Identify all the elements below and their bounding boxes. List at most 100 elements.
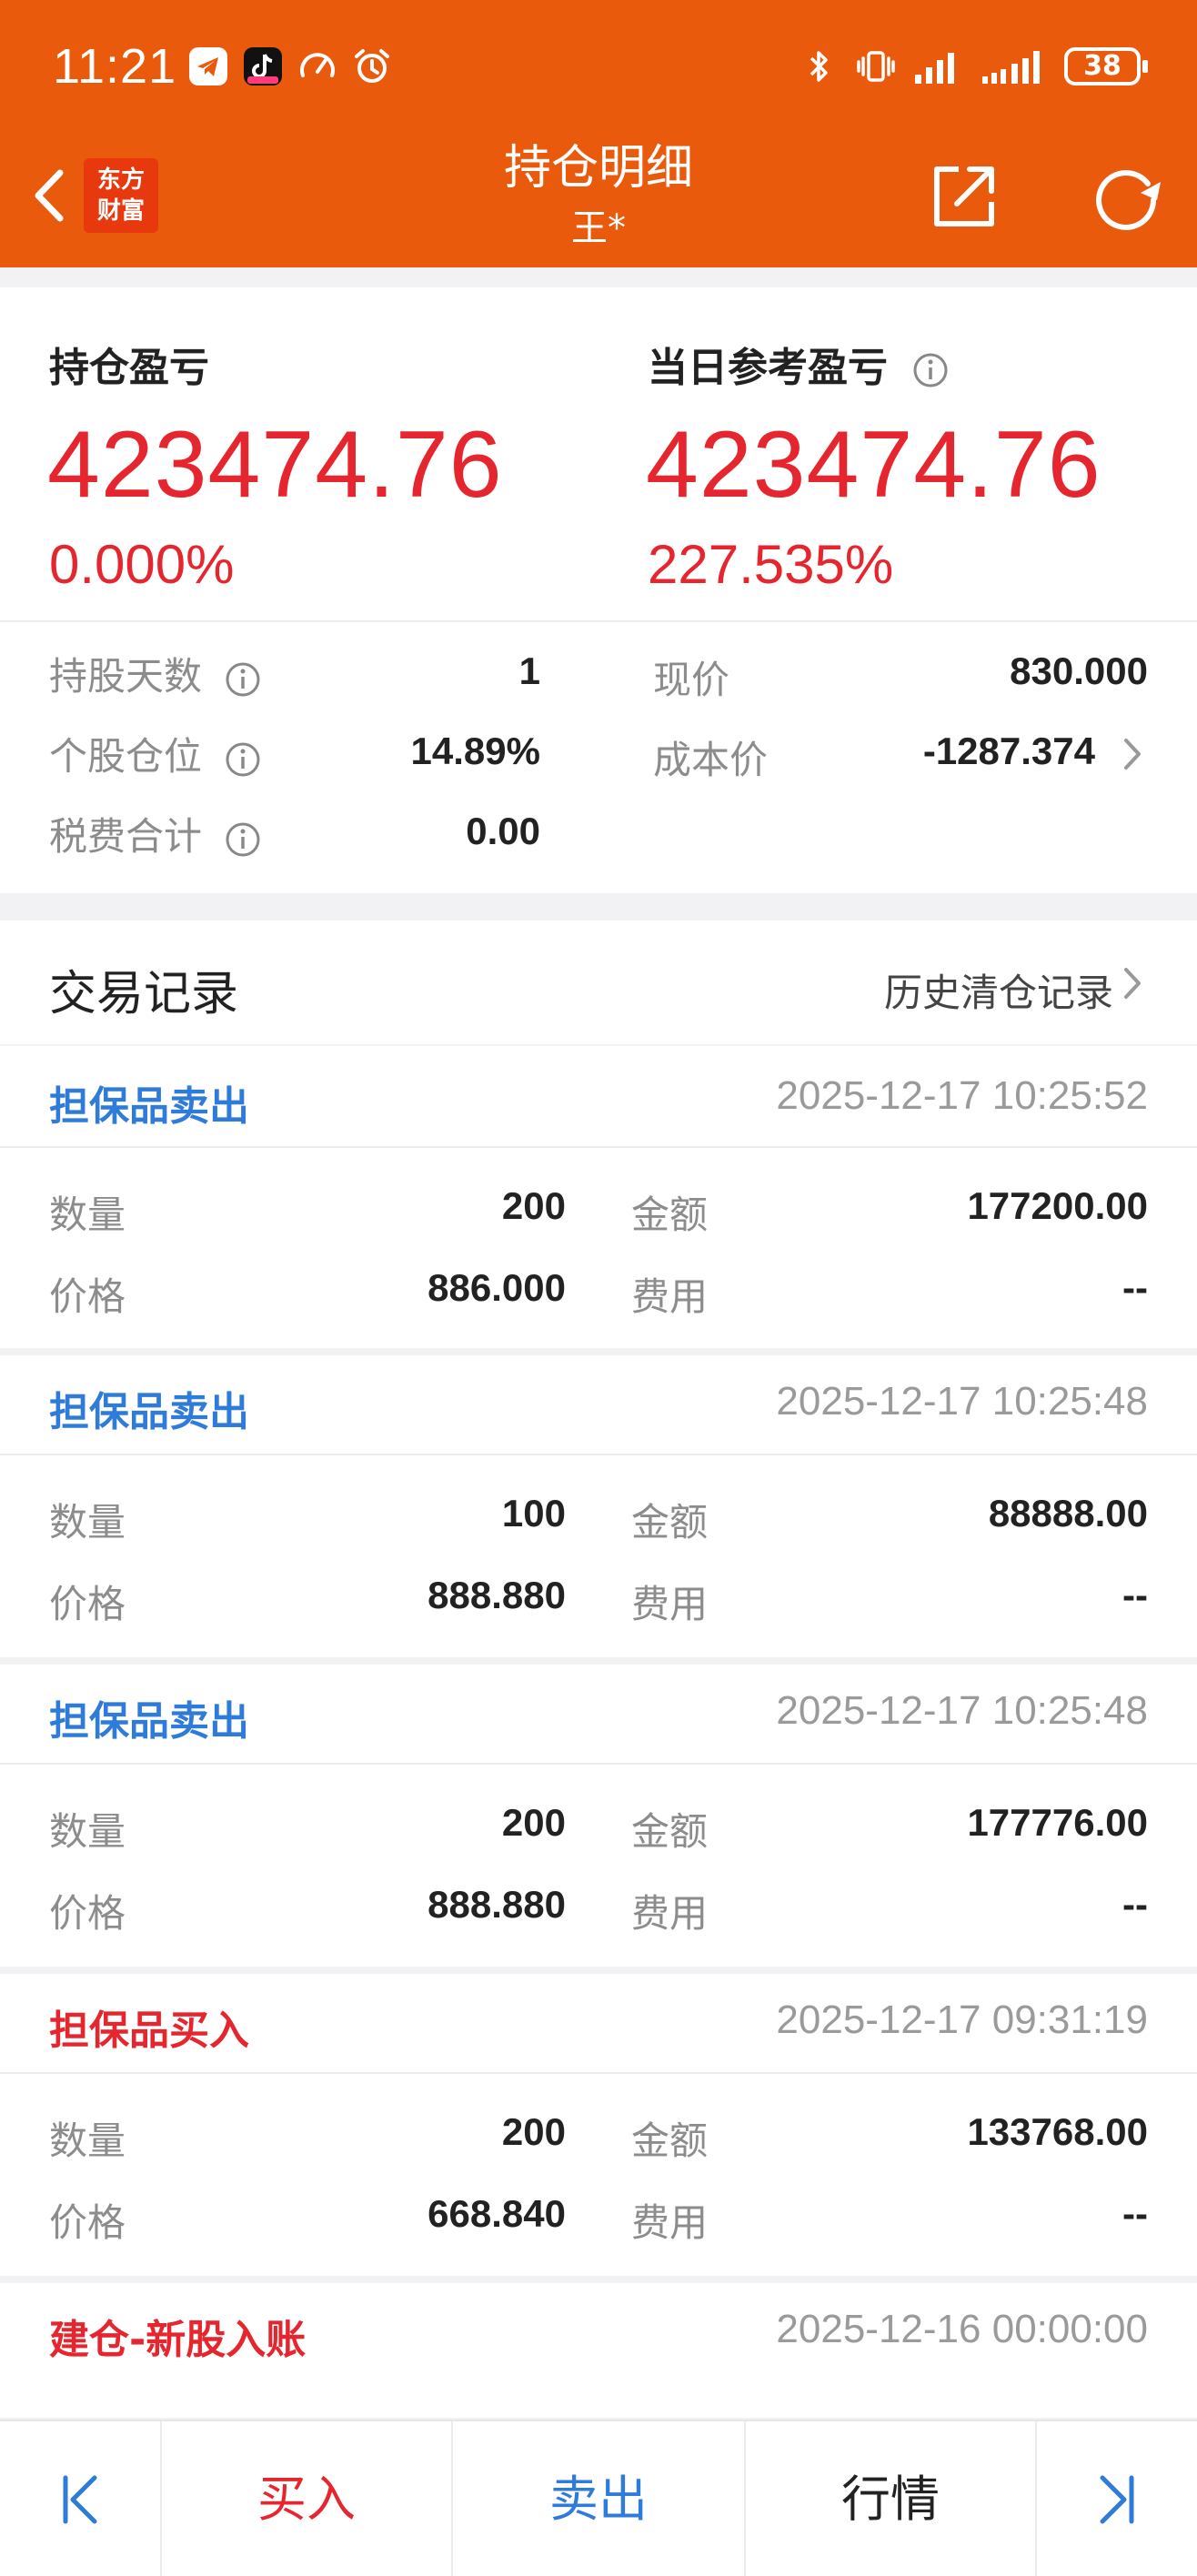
daily-pl-header: 当日参考盈亏 — [648, 335, 949, 393]
position-ratio-label: 个股仓位 — [49, 726, 261, 781]
buy-button[interactable]: 买入 — [162, 2421, 451, 2576]
record-divider — [0, 1763, 1197, 1765]
first-stock-button[interactable] — [0, 2421, 160, 2576]
trade-records-header: 交易记录 历史清仓记录 — [0, 921, 1197, 1044]
qty-value: 100 — [501, 1492, 566, 1535]
qty-value: 200 — [501, 1184, 566, 1227]
price-value: 668.840 — [428, 2192, 566, 2235]
trade-record[interactable]: 担保品卖出 2025-12-17 10:25:48 数量 200 金额 1777… — [0, 1665, 1197, 1967]
skip-last-icon — [1100, 2475, 1134, 2524]
fee-label: 费用 — [631, 2200, 709, 2245]
trade-record[interactable]: 建仓-新股入账 2025-12-16 00:00:00 — [0, 2283, 1197, 2418]
trade-type: 担保品卖出 — [49, 1389, 249, 1435]
status-system-icons: 38 — [799, 45, 1148, 87]
telegram-icon — [189, 47, 227, 86]
share-icon[interactable] — [926, 160, 999, 233]
tax-total-value: 0.00 — [466, 810, 540, 852]
info-icon[interactable] — [225, 661, 261, 698]
signal-4g-icon — [982, 51, 1040, 84]
daily-pl-percent: 227.535% — [648, 534, 894, 595]
fee-label: 费用 — [631, 1891, 709, 1936]
price-label: 价格 — [49, 1582, 126, 1626]
bottom-action-bar: 买入 卖出 行情 — [0, 2420, 1197, 2576]
qty-label: 数量 — [49, 1500, 126, 1545]
qty-label: 数量 — [49, 1192, 126, 1237]
speedometer-icon — [300, 53, 335, 77]
amount-label: 金额 — [631, 1192, 709, 1237]
holding-days-value: 1 — [518, 649, 540, 692]
signal-icon — [915, 53, 954, 84]
record-divider — [0, 1454, 1197, 1455]
trade-time: 2025-12-17 10:25:48 — [776, 1379, 1148, 1424]
alarm-icon — [355, 49, 389, 83]
battery-indicator: 38 — [1064, 47, 1148, 86]
trade-record[interactable]: 担保品卖出 2025-12-17 10:25:52 数量 200 金额 1772… — [0, 1046, 1197, 1348]
qty-label: 数量 — [49, 1809, 126, 1854]
amount-label: 金额 — [631, 1809, 709, 1854]
trade-type: 建仓-新股入账 — [49, 2317, 307, 2363]
status-time: 11:21 — [53, 39, 177, 94]
position-pl-value: 423474.76 — [47, 412, 503, 518]
douyin-icon — [244, 47, 282, 86]
holding-days-text: 持股天数 — [49, 654, 203, 699]
page-title: 持仓明细 — [503, 141, 693, 196]
record-divider — [0, 2072, 1197, 2074]
current-price-value: 830.000 — [1010, 649, 1148, 692]
tax-total-text: 税费合计 — [49, 814, 203, 859]
trade-time: 2025-12-17 09:31:19 — [776, 1997, 1148, 2042]
amount-label: 金额 — [631, 1500, 709, 1545]
fee-label: 费用 — [631, 1582, 709, 1626]
cost-price-value[interactable]: -1287.374 — [923, 730, 1095, 773]
daily-pl-label: 当日参考盈亏 — [648, 345, 888, 391]
fee-value: -- — [1122, 2192, 1148, 2235]
app-header: 11:21 38 东方 财富 持仓明细 王* — [0, 0, 1197, 267]
amount-value: 88888.00 — [988, 1492, 1148, 1535]
current-price-label: 现价 — [653, 658, 730, 702]
price-value: 886.000 — [428, 1266, 566, 1309]
trade-record[interactable]: 担保品卖出 2025-12-17 10:25:48 数量 100 金额 8888… — [0, 1355, 1197, 1657]
qty-label: 数量 — [49, 2118, 126, 2163]
amount-label: 金额 — [631, 2118, 709, 2163]
summary-divider — [0, 620, 1197, 622]
skip-first-icon — [63, 2475, 97, 2524]
fee-value: -- — [1122, 1266, 1148, 1309]
position-summary-card: 持仓盈亏 423474.76 0.000% 当日参考盈亏 423474.76 2… — [0, 287, 1197, 893]
quote-button[interactable]: 行情 — [746, 2421, 1035, 2576]
info-icon[interactable] — [225, 821, 261, 858]
trade-type: 担保品卖出 — [49, 1083, 249, 1130]
price-value: 888.880 — [428, 1574, 566, 1616]
last-stock-button[interactable] — [1037, 2421, 1197, 2576]
refresh-icon[interactable] — [1088, 160, 1164, 236]
trade-time: 2025-12-17 10:25:48 — [776, 1688, 1148, 1733]
trade-time: 2025-12-16 00:00:00 — [776, 2307, 1148, 2351]
status-notification-icons — [187, 45, 393, 87]
vibrate-icon — [857, 51, 895, 82]
amount-value: 133768.00 — [967, 2110, 1148, 2153]
sell-button[interactable]: 卖出 — [453, 2421, 744, 2576]
trade-record[interactable]: 担保品买入 2025-12-17 09:31:19 数量 200 金额 1337… — [0, 1974, 1197, 2276]
trade-records-title: 交易记录 — [49, 967, 239, 1021]
record-divider — [0, 1146, 1197, 1148]
holding-days-label: 持股天数 — [49, 646, 261, 701]
qty-value: 200 — [501, 2110, 566, 2153]
daily-pl-value: 423474.76 — [646, 412, 1101, 518]
chevron-right-icon[interactable] — [1119, 962, 1146, 1004]
fee-value: -- — [1122, 1883, 1148, 1926]
bluetooth-icon — [810, 51, 828, 82]
history-clear-link[interactable]: 历史清仓记录 — [884, 962, 1113, 1018]
position-pl-percent: 0.000% — [49, 534, 235, 595]
trade-type: 担保品买入 — [49, 2007, 249, 2054]
price-label: 价格 — [49, 1274, 126, 1319]
position-ratio-value: 14.89% — [410, 730, 540, 772]
fee-label: 费用 — [631, 1274, 709, 1319]
price-value: 888.880 — [428, 1883, 566, 1926]
cost-price-label: 成本价 — [653, 738, 769, 782]
info-icon[interactable] — [225, 741, 261, 778]
info-icon[interactable] — [912, 352, 949, 388]
position-pl-label: 持仓盈亏 — [49, 345, 209, 391]
chevron-right-icon[interactable] — [1119, 733, 1146, 775]
price-label: 价格 — [49, 1891, 126, 1936]
position-ratio-text: 个股仓位 — [49, 734, 203, 779]
amount-value: 177776.00 — [967, 1801, 1148, 1844]
trade-type: 担保品卖出 — [49, 1698, 249, 1745]
